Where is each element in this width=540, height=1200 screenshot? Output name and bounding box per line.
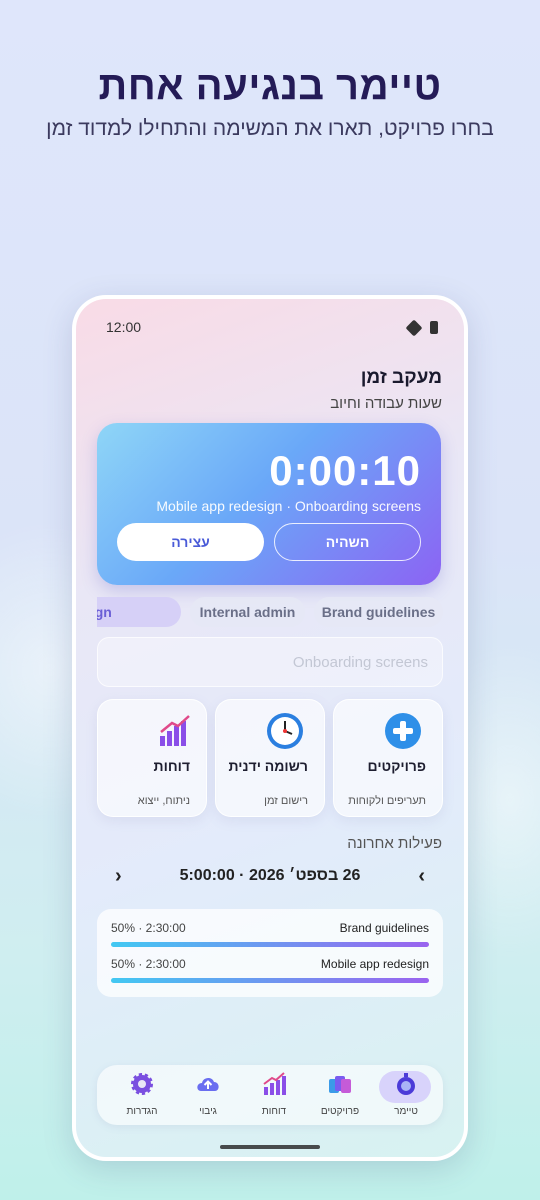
recent-activity-title: פעילות אחרונה bbox=[347, 835, 442, 852]
timer-card: 0:00:10 Mobile app redesign · Onboarding… bbox=[97, 423, 441, 585]
plus-icon bbox=[385, 713, 421, 749]
cloud-upload-icon bbox=[197, 1077, 219, 1091]
page-header: מעקב זמן שעות עבודה וחיוב bbox=[330, 367, 442, 412]
tile-manual-label: רשומה ידנית bbox=[228, 758, 308, 774]
nav-label: פרויקטים bbox=[320, 1106, 360, 1117]
phone-frame: 12:00 מעקב זמן שעות עבודה וחיוב 0:00:10 … bbox=[72, 295, 468, 1161]
nav-item-backup[interactable]: גיבוי bbox=[175, 1071, 241, 1117]
page-subtitle: שעות עבודה וחיוב bbox=[330, 395, 442, 412]
folders-icon bbox=[329, 1076, 351, 1093]
project-chip-label: p redesign bbox=[97, 604, 112, 620]
satellite-icon bbox=[405, 319, 423, 336]
task-description-field[interactable] bbox=[97, 637, 443, 687]
activity-row[interactable]: Mobile app redesign 50% · 2:30:00 bbox=[111, 953, 429, 989]
project-chip[interactable]: Brand guidelines bbox=[314, 597, 443, 627]
tile-projects-label: פרויקטים bbox=[367, 758, 426, 774]
nav-item-settings[interactable]: הגדרות bbox=[109, 1071, 175, 1117]
activity-list: Brand guidelines 50% · 2:30:00 Mobile ap… bbox=[97, 909, 443, 997]
tile-reports-sub: ניתוח, ייצוא bbox=[137, 795, 190, 807]
nav-label: דוחות bbox=[261, 1106, 287, 1117]
gear-icon bbox=[131, 1073, 153, 1095]
status-bar: 12:00 bbox=[106, 319, 438, 339]
nav-item-reports[interactable]: דוחות bbox=[241, 1071, 307, 1117]
activity-project: Mobile app redesign bbox=[320, 957, 429, 971]
project-chips: Brand guidelines Internal admin p redesi… bbox=[97, 597, 443, 629]
stopwatch-icon bbox=[397, 1073, 415, 1095]
date-navigator: › 26 בספט׳ 2026 · 5:00:00 ‹ bbox=[97, 861, 443, 893]
activity-meta: 50% · 2:30:00 bbox=[111, 921, 186, 935]
tile-projects-sub: תעריפים ולקוחות bbox=[348, 795, 426, 807]
nav-label: הגדרות bbox=[126, 1106, 158, 1117]
project-chip-selected[interactable]: p redesign bbox=[97, 597, 181, 627]
project-chip[interactable]: Internal admin bbox=[190, 597, 305, 627]
home-indicator bbox=[220, 1145, 320, 1149]
tile-reports[interactable]: דוחות ניתוח, ייצוא bbox=[97, 699, 207, 817]
tile-manual-entry[interactable]: רשומה ידנית רישום זמן bbox=[215, 699, 325, 817]
tile-projects[interactable]: פרויקטים תעריפים ולקוחות bbox=[333, 699, 443, 817]
promo-subtitle: בחרו פרויקט, תארו את המשימה והתחילו למדו… bbox=[46, 117, 494, 140]
timer-value: 0:00:10 bbox=[269, 447, 421, 494]
tile-manual-sub: רישום זמן bbox=[264, 795, 308, 807]
status-time: 12:00 bbox=[106, 319, 142, 335]
nav-item-timer[interactable]: טיימר bbox=[373, 1071, 439, 1117]
status-icons bbox=[405, 319, 438, 336]
task-description-input[interactable] bbox=[98, 638, 442, 686]
timer-task-label: Mobile app redesign · Onboarding screens bbox=[156, 498, 421, 514]
app-screen: 12:00 מעקב זמן שעות עבודה וחיוב 0:00:10 … bbox=[76, 299, 464, 1157]
bar-chart-icon bbox=[160, 715, 190, 746]
reports-icon bbox=[263, 1072, 286, 1095]
nav-label: טיימר bbox=[394, 1106, 418, 1117]
promo-headline: טיימר בנגיעה אחת bbox=[98, 64, 442, 108]
nav-label: גיבוי bbox=[199, 1106, 217, 1117]
clock-icon bbox=[267, 713, 303, 749]
promo-header: טיימר בנגיעה אחת בחרו פרויקט, תארו את המ… bbox=[0, 64, 540, 143]
page-title: מעקב זמן bbox=[360, 367, 442, 388]
stop-button[interactable]: עצירה bbox=[117, 523, 264, 561]
nav-item-projects[interactable]: פרויקטים bbox=[307, 1071, 373, 1117]
date-label: 26 בספט׳ 2026 · 5:00:00 bbox=[179, 867, 361, 884]
activity-project: Brand guidelines bbox=[339, 921, 429, 935]
activity-progress-bar bbox=[111, 978, 429, 983]
chevron-left-icon[interactable]: ‹ bbox=[418, 865, 425, 888]
activity-progress-bar bbox=[111, 942, 429, 947]
tile-reports-label: דוחות bbox=[153, 758, 190, 774]
activity-meta: 50% · 2:30:00 bbox=[111, 957, 186, 971]
bottom-navigation: טיימר פרויקטים דוחות גיבוי הגדרות bbox=[97, 1065, 443, 1125]
activity-row[interactable]: Brand guidelines 50% · 2:30:00 bbox=[111, 917, 429, 953]
pause-button[interactable]: השהיה bbox=[274, 523, 421, 561]
battery-icon bbox=[430, 321, 438, 334]
